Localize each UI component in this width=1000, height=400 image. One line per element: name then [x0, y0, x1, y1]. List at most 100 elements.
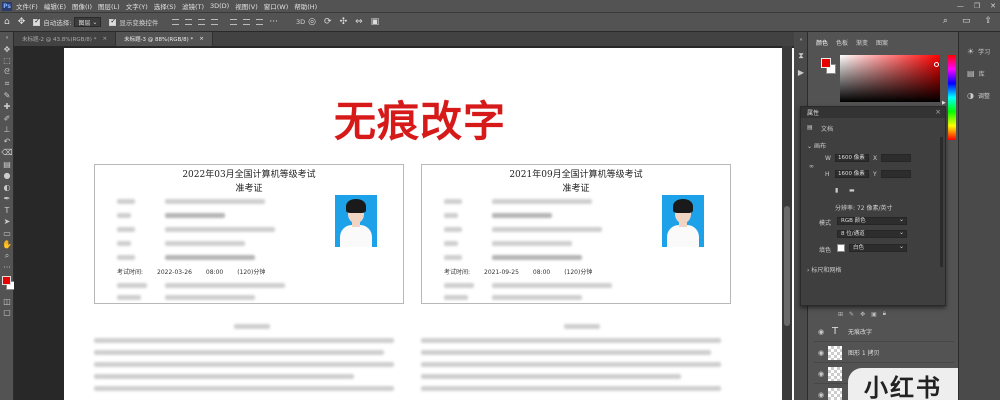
width-field[interactable]: 1600 像素 — [835, 154, 869, 162]
history-brush-icon[interactable]: ↶ — [0, 136, 14, 148]
share-icon[interactable]: ⇪ — [984, 16, 992, 26]
auto-select-dropdown[interactable]: 图层 ⌄ — [74, 17, 102, 27]
color-picker-cursor[interactable] — [934, 62, 939, 67]
menu-layer[interactable]: 图层(L) — [98, 1, 120, 11]
y-field[interactable] — [881, 170, 911, 178]
document-canvas[interactable]: 无痕改字 2022年03月全国计算机等级考试 准考证 考试时间: 2022-03-… — [64, 48, 794, 400]
color-panel-foreground[interactable] — [821, 58, 831, 68]
hue-slider[interactable] — [948, 55, 956, 140]
menu-3d[interactable]: 3D(D) — [210, 2, 229, 10]
canvas-section-toggle[interactable]: ⌄ 画布 — [807, 141, 826, 150]
blur-tool-icon[interactable]: ● — [0, 170, 14, 182]
height-field[interactable]: 1600 像素 — [835, 170, 869, 178]
more-tools-icon[interactable]: ··· — [0, 262, 14, 274]
tab-swatches[interactable]: 色板 — [836, 38, 848, 47]
lock-artboard-icon[interactable]: ▣ — [871, 311, 877, 318]
align-bottom-icon[interactable] — [198, 19, 206, 25]
home-icon[interactable]: ⌂ — [4, 17, 10, 27]
minimize-button[interactable]: — — [957, 2, 964, 10]
shape-tool-icon[interactable]: ▭ — [0, 228, 14, 240]
brush-tool-icon[interactable]: ✐ — [0, 113, 14, 125]
dock-libraries[interactable]: ▤ 库 — [959, 62, 1000, 84]
visibility-eye-icon[interactable]: ◉ — [814, 391, 828, 399]
path-select-icon[interactable]: ➤ — [0, 216, 14, 228]
dock-learn[interactable]: ☀ 学习 — [959, 40, 1000, 62]
layer-row[interactable]: ◉ T 无痕改字 — [814, 322, 954, 342]
menu-image[interactable]: 图像(I) — [72, 1, 92, 11]
mode-select[interactable]: RGB 颜色 — [837, 216, 907, 225]
show-transform-checkbox[interactable] — [109, 17, 117, 26]
dodge-tool-icon[interactable]: ◐ — [0, 182, 14, 194]
3d-orbit-icon[interactable]: ◎ — [308, 17, 316, 27]
portrait-icon[interactable]: ▮ — [835, 187, 838, 194]
tab-document-3[interactable]: 未标题-3 @ 88%(RGB/8) * × — [116, 32, 213, 46]
lasso-tool-icon[interactable]: ᘓ — [0, 67, 14, 79]
search-icon[interactable]: ⌕ — [943, 16, 948, 26]
align-left-icon[interactable] — [211, 19, 219, 25]
dock-adjustments[interactable]: ◑ 调整 — [959, 84, 1000, 106]
canvas-area[interactable]: 无痕改字 2022年03月全国计算机等级考试 准考证 考试时间: 2022-03-… — [14, 46, 794, 400]
layer-row[interactable]: ◉ 图形 1 拷贝 — [814, 343, 954, 363]
align-top-icon[interactable] — [172, 19, 180, 25]
menu-help[interactable]: 帮助(H) — [294, 1, 317, 11]
marquee-tool-icon[interactable]: ⬚ — [0, 55, 14, 67]
visibility-eye-icon[interactable]: ◉ — [814, 370, 828, 378]
gradient-tool-icon[interactable]: ▤ — [0, 159, 14, 171]
crop-tool-icon[interactable]: ⌗ — [0, 78, 14, 90]
tab-document-2[interactable]: 未标题-2 @ 43.8%(RGB/8) * × — [14, 32, 117, 46]
3d-slide-icon[interactable]: ⇔ — [355, 17, 363, 27]
fill-select[interactable]: 白色 — [849, 243, 907, 252]
landscape-icon[interactable]: ▬ — [849, 187, 855, 194]
properties-header[interactable]: 属性 × — [801, 107, 945, 118]
close-tab-icon[interactable]: × — [102, 36, 107, 42]
rulers-section-toggle[interactable]: › 标尺和网格 — [807, 265, 841, 274]
x-field[interactable] — [881, 154, 911, 162]
eraser-tool-icon[interactable]: ⌫ — [0, 147, 14, 159]
menu-window[interactable]: 窗口(W) — [264, 1, 289, 11]
more-options-icon[interactable]: ··· — [269, 17, 278, 27]
lock-pixels-icon[interactable]: ⊞ — [838, 311, 843, 318]
fill-swatch[interactable] — [837, 244, 845, 252]
3d-camera-icon[interactable]: ▣ — [371, 17, 380, 27]
history-icon[interactable]: ⧗ — [794, 48, 808, 64]
eyedropper-tool-icon[interactable]: ✎ — [0, 90, 14, 102]
color-swatches[interactable] — [0, 274, 15, 296]
lock-paint-icon[interactable]: ✎ — [849, 311, 854, 318]
3d-roll-icon[interactable]: ⟳ — [324, 17, 332, 27]
tab-patterns[interactable]: 图案 — [876, 38, 888, 47]
canvas-vertical-scrollbar[interactable] — [782, 46, 792, 400]
screen-mode-icon[interactable]: ▢ — [0, 307, 14, 319]
lock-move-icon[interactable]: ✥ — [860, 311, 865, 318]
collapse-panels-icon[interactable]: « — [794, 32, 808, 48]
clone-stamp-icon[interactable]: ⊥ — [0, 124, 14, 136]
zoom-tool-icon[interactable]: ⌕ — [0, 251, 14, 263]
close-panel-icon[interactable]: × — [935, 108, 941, 116]
align-middle-icon[interactable] — [185, 19, 193, 25]
distribute-3-icon[interactable] — [256, 19, 264, 25]
menu-view[interactable]: 视图(V) — [235, 1, 258, 11]
maximize-button[interactable]: ❐ — [974, 2, 980, 10]
properties-scrollbar[interactable] — [940, 137, 943, 267]
link-icon[interactable]: ∞ — [809, 163, 814, 170]
move-tool-icon[interactable]: ✥ — [0, 44, 14, 56]
3d-pan-icon[interactable]: ✣ — [340, 17, 348, 27]
collapse-icon[interactable]: » — [0, 32, 14, 44]
distribute-2-icon[interactable] — [243, 19, 251, 25]
menu-edit[interactable]: 编辑(E) — [44, 1, 66, 11]
menu-file[interactable]: 文件(F) — [16, 1, 38, 11]
distribute-icon[interactable] — [230, 19, 238, 25]
healing-brush-icon[interactable]: ✚ — [0, 101, 14, 113]
bit-depth-select[interactable]: 8 位/通道 — [837, 229, 907, 238]
visibility-eye-icon[interactable]: ◉ — [814, 349, 828, 357]
type-tool-icon[interactable]: T — [0, 205, 14, 217]
hand-tool-icon[interactable]: ✋ — [0, 239, 14, 251]
close-tab-icon[interactable]: × — [199, 36, 204, 42]
tab-gradients[interactable]: 渐变 — [856, 38, 868, 47]
quick-mask-icon[interactable]: ◫ — [0, 296, 14, 308]
close-window-button[interactable]: ✕ — [990, 2, 996, 10]
workspace-icon[interactable]: ▭ — [962, 16, 971, 26]
pen-tool-icon[interactable]: ✒ — [0, 193, 14, 205]
lock-all-icon[interactable]: 🔒︎ — [883, 310, 886, 318]
visibility-eye-icon[interactable]: ◉ — [814, 328, 828, 336]
auto-select-checkbox[interactable] — [33, 17, 41, 26]
